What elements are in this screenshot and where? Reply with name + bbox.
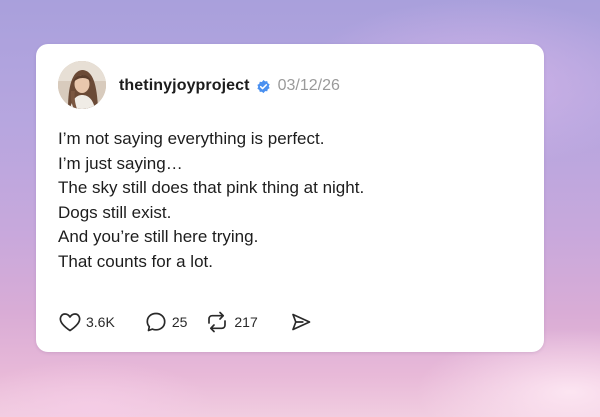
action-bar: 3.6K 25 217 [58, 310, 313, 334]
post-line: Dogs still exist. [58, 202, 172, 222]
post-line: That counts for a lot. [58, 251, 213, 271]
post-line: I’m not saying everything is perfect. [58, 129, 325, 148]
post-line: The sky still does that pink thing at ni… [58, 178, 365, 198]
reply-count: 25 [171, 314, 188, 330]
reply-button[interactable]: 25 [144, 310, 188, 334]
post-line: And you’re still here trying. [58, 227, 259, 247]
post-header: thetinyjoyproject 03/12/26 [119, 75, 340, 97]
speech-bubble-icon [146, 312, 166, 332]
repost-button[interactable]: 217 [204, 310, 258, 334]
verified-badge-icon [256, 79, 271, 94]
avatar-photo [58, 61, 106, 109]
avatar[interactable] [58, 61, 106, 109]
like-count: 3.6K [86, 314, 115, 330]
username[interactable]: thetinyjoyproject [119, 77, 250, 95]
post-line: I’m just saying… [58, 153, 183, 173]
like-button[interactable]: 3.6K [58, 310, 115, 334]
share-button[interactable] [289, 310, 313, 334]
post-date: 03/12/26 [277, 77, 340, 94]
repost-arrows-icon [208, 311, 227, 333]
send-arrow-icon [291, 313, 311, 331]
post-card: thetinyjoyproject 03/12/26 I’m not sayin… [36, 44, 544, 352]
repost-count: 217 [234, 314, 258, 330]
post-body: I’m not saying everything is perfect. I’… [58, 127, 518, 275]
heart-icon [59, 313, 81, 332]
